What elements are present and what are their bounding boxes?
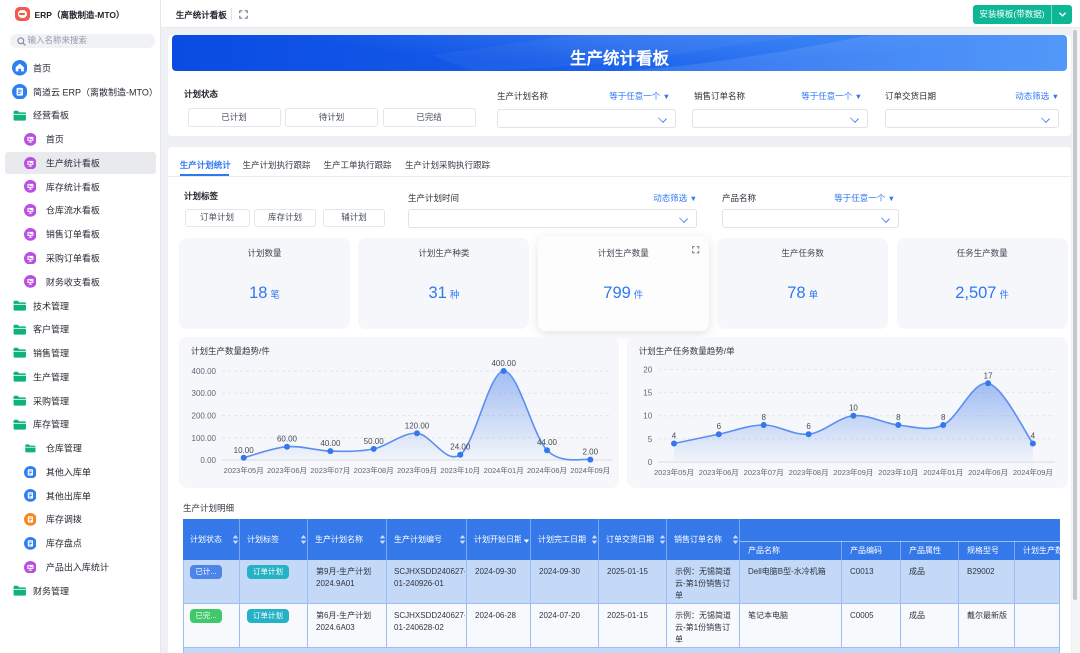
svg-text:2023年07月: 2023年07月 [310, 465, 350, 475]
svg-text:2024年01月: 2024年01月 [484, 465, 524, 475]
svg-text:2023年08月: 2023年08月 [788, 467, 828, 477]
svg-text:2023年05月: 2023年05月 [224, 465, 264, 475]
svg-text:20: 20 [643, 365, 652, 374]
svg-text:15: 15 [643, 389, 652, 398]
svg-text:2024年09月: 2024年09月 [570, 465, 610, 475]
svg-text:60.00: 60.00 [277, 435, 298, 444]
svg-text:5: 5 [648, 435, 653, 444]
svg-text:10.00: 10.00 [234, 446, 255, 455]
svg-text:0: 0 [648, 458, 653, 467]
svg-text:2024年09月: 2024年09月 [1013, 467, 1053, 477]
svg-text:300.00: 300.00 [192, 389, 217, 398]
svg-text:200.00: 200.00 [192, 412, 217, 421]
svg-text:2024年01月: 2024年01月 [923, 467, 963, 477]
svg-text:8: 8 [941, 413, 946, 422]
svg-text:100.00: 100.00 [192, 434, 217, 443]
svg-text:50.00: 50.00 [364, 437, 385, 446]
svg-text:400.00: 400.00 [491, 359, 516, 368]
svg-text:2023年09月: 2023年09月 [397, 465, 437, 475]
svg-text:2024年06月: 2024年06月 [527, 465, 567, 475]
svg-text:2023年07月: 2023年07月 [743, 467, 783, 477]
svg-text:0.00: 0.00 [200, 456, 216, 465]
svg-text:8: 8 [761, 413, 766, 422]
svg-text:2023年09月: 2023年09月 [833, 467, 873, 477]
svg-text:120.00: 120.00 [405, 421, 430, 430]
svg-text:4: 4 [1030, 432, 1035, 441]
svg-text:8: 8 [896, 413, 901, 422]
svg-text:2024年06月: 2024年06月 [968, 467, 1008, 477]
svg-text:44.00: 44.00 [537, 438, 558, 447]
svg-text:2.00: 2.00 [583, 448, 599, 457]
svg-text:2023年08月: 2023年08月 [354, 465, 394, 475]
svg-text:6: 6 [806, 422, 811, 431]
svg-text:2023年06月: 2023年06月 [267, 465, 307, 475]
svg-text:400.00: 400.00 [192, 367, 217, 376]
svg-text:10: 10 [643, 412, 652, 421]
svg-text:4: 4 [672, 432, 677, 441]
svg-text:2023年06月: 2023年06月 [699, 467, 739, 477]
svg-text:17: 17 [983, 371, 992, 380]
svg-text:10: 10 [849, 404, 858, 413]
svg-text:2023年05月: 2023年05月 [654, 467, 694, 477]
svg-text:6: 6 [716, 422, 721, 431]
svg-text:40.00: 40.00 [320, 439, 341, 448]
svg-text:24.00: 24.00 [450, 443, 471, 452]
svg-text:2023年10月: 2023年10月 [440, 465, 480, 475]
svg-text:2023年10月: 2023年10月 [878, 467, 918, 477]
